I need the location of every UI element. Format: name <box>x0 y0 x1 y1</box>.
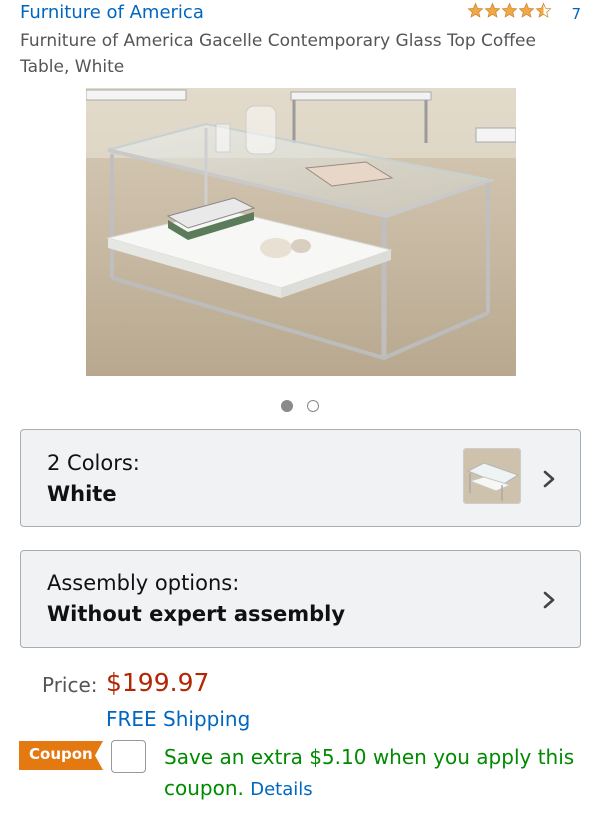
price-label: Price: <box>42 673 98 697</box>
gallery-dot-2[interactable] <box>307 400 319 412</box>
chevron-right-icon <box>543 470 555 488</box>
star-icon <box>501 2 518 20</box>
assembly-option-label: Assembly options: <box>47 571 240 595</box>
coupon-badge: Coupon <box>19 741 103 770</box>
assembly-option-value: Without expert assembly <box>47 602 346 626</box>
color-option-button[interactable]: 2 Colors: White <box>20 429 581 527</box>
coupon-message-text: Save an extra $5.10 when you apply this … <box>164 745 575 800</box>
star-icon <box>467 2 484 20</box>
review-count-link[interactable]: 7 <box>571 5 581 23</box>
coupon-checkbox[interactable] <box>111 740 146 773</box>
product-title: Furniture of America Gacelle Contemporar… <box>20 31 536 77</box>
coupon-details-link[interactable]: Details <box>250 779 312 800</box>
chevron-right-icon <box>543 591 555 609</box>
assembly-option-button[interactable]: Assembly options: Without expert assembl… <box>20 550 581 648</box>
free-shipping-link[interactable]: FREE Shipping <box>106 707 250 731</box>
star-half-icon <box>535 2 552 20</box>
brand-row: Furniture of America 7 <box>20 2 586 26</box>
coffee-table-photo <box>86 88 516 376</box>
color-option-label: 2 Colors: <box>47 451 140 475</box>
coupon-badge-label: Coupon <box>29 745 93 763</box>
price-value: $199.97 <box>106 668 210 697</box>
gallery-dot-1[interactable] <box>281 400 293 412</box>
brand-link[interactable]: Furniture of America <box>20 2 204 23</box>
color-option-value: White <box>47 482 117 506</box>
color-swatch-thumbnail <box>463 448 521 504</box>
star-icon <box>484 2 501 20</box>
rating-stars[interactable] <box>467 2 552 24</box>
coupon-message: Save an extra $5.10 when you apply this … <box>164 742 584 805</box>
product-image[interactable] <box>86 88 516 376</box>
star-icon <box>518 2 535 20</box>
gallery-dots <box>0 400 600 416</box>
